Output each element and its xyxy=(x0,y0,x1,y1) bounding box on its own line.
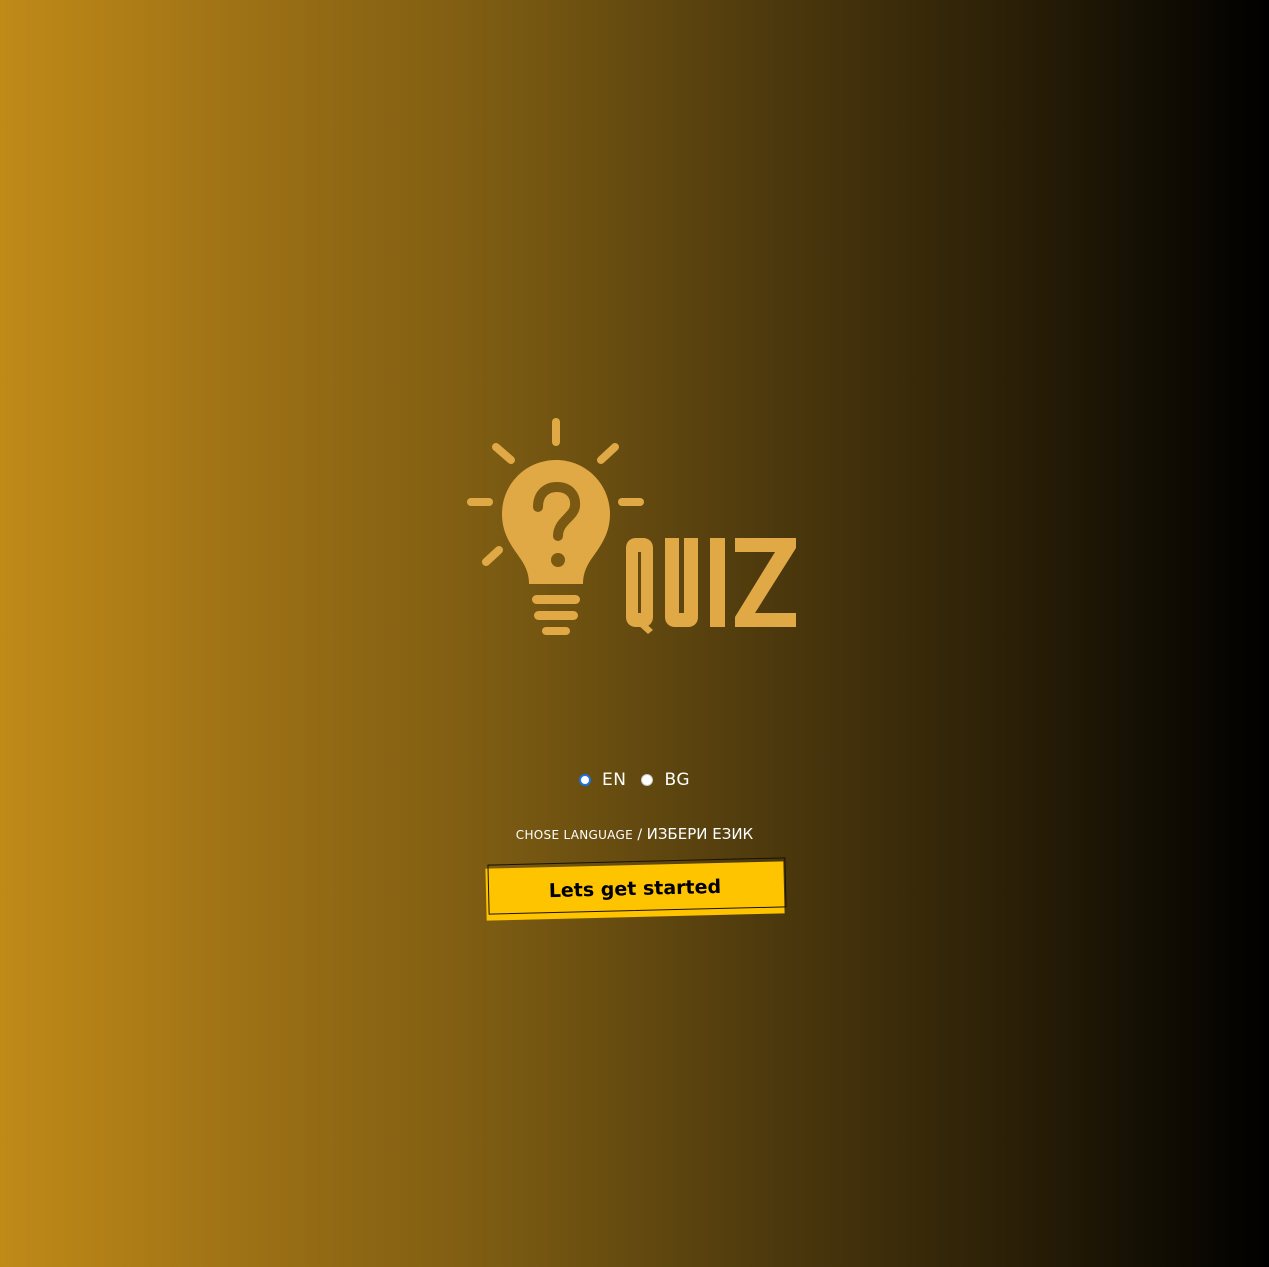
start-button-outline xyxy=(487,857,787,915)
quiz-logo xyxy=(462,414,802,644)
lightbulb-question-icon xyxy=(467,418,796,635)
choose-language-prompt: CHOSE LANGUAGE / ИЗБЕРИ ЕЗИК xyxy=(0,823,1269,846)
prompt-en: CHOSE LANGUAGE xyxy=(515,828,633,842)
prompt-separator: / xyxy=(632,827,647,843)
start-button-wrapper: Lets get started xyxy=(485,857,790,921)
radio-en[interactable] xyxy=(578,774,591,786)
radio-bg[interactable] xyxy=(641,774,654,786)
radio-bg-label[interactable]: BG xyxy=(664,766,690,794)
language-selector: EN BG xyxy=(0,766,1269,794)
quiz-wordmark xyxy=(626,538,796,634)
radio-en-label[interactable]: EN xyxy=(602,766,626,794)
prompt-bg: ИЗБЕРИ ЕЗИК xyxy=(646,825,754,843)
